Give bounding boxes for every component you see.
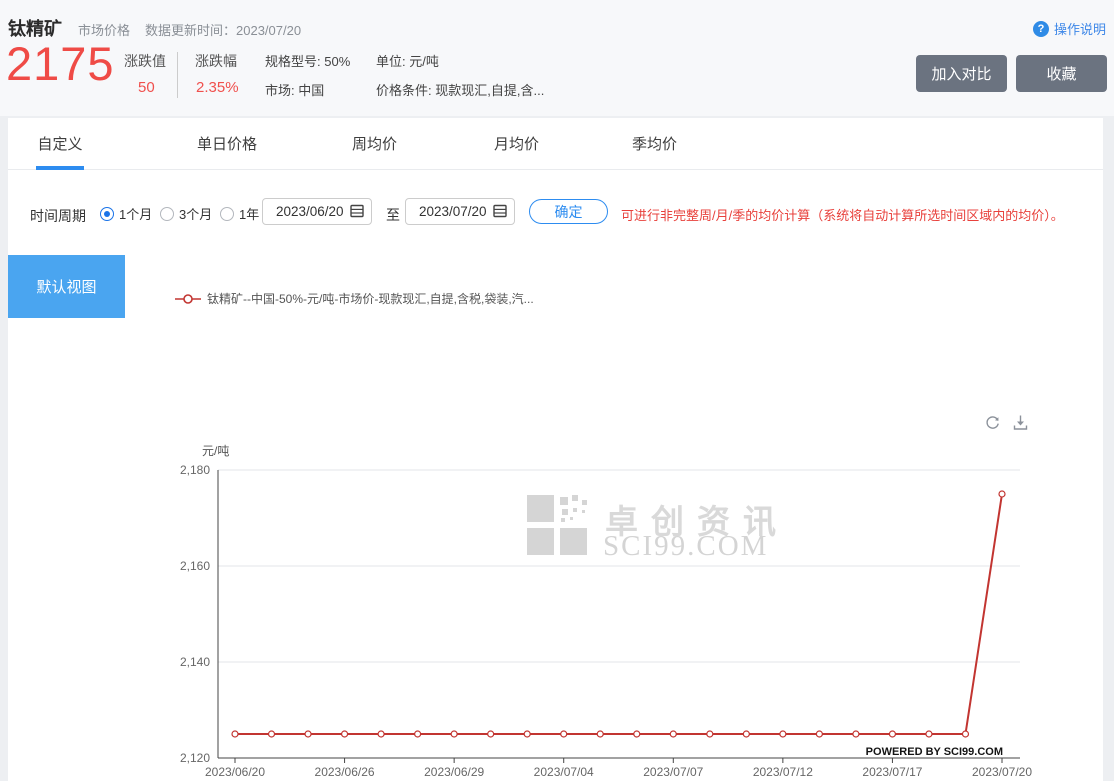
market-field: 市场: 中国 (265, 80, 324, 99)
add-to-compare-button[interactable]: 加入对比 (916, 55, 1007, 92)
radio-unselected-icon (220, 207, 234, 221)
tab-quarterly-avg[interactable]: 季均价 (632, 133, 677, 154)
spec-field: 规格型号: 50% (265, 51, 350, 70)
radio-1year-label: 1年 (239, 204, 259, 223)
confirm-button[interactable]: 确定 (529, 199, 608, 224)
page-header: 钛精矿 市场价格 数据更新时间：2023/07/20 2175 涨跌值 50 涨… (0, 0, 1114, 116)
svg-text:2023/06/29: 2023/06/29 (424, 765, 484, 779)
default-view-button[interactable]: 默认视图 (8, 255, 125, 318)
tab-daily-price[interactable]: 单日价格 (197, 133, 257, 154)
legend-line-marker-icon (175, 294, 201, 304)
tab-weekly-avg[interactable]: 周均价 (352, 133, 397, 154)
svg-text:2023/07/07: 2023/07/07 (643, 765, 703, 779)
radio-1month-label: 1个月 (119, 204, 152, 223)
tab-monthly-avg[interactable]: 月均价 (494, 133, 539, 154)
tab-custom[interactable]: 自定义 (36, 133, 84, 154)
svg-text:2023/06/20: 2023/06/20 (205, 765, 265, 779)
calendar-icon[interactable] (350, 204, 364, 218)
radio-selected-icon (100, 207, 114, 221)
radio-unselected-icon (160, 207, 174, 221)
active-tab-underline (36, 166, 84, 170)
unit-value: 元/吨 (409, 54, 439, 69)
change-pct-label: 涨跌幅 (195, 51, 237, 71)
help-label: 操作说明 (1054, 19, 1106, 38)
period-label: 时间周期 (30, 206, 86, 226)
svg-text:2,160: 2,160 (180, 559, 210, 573)
svg-text:2023/07/12: 2023/07/12 (753, 765, 813, 779)
to-label: 至 (386, 205, 400, 225)
svg-text:2,180: 2,180 (180, 463, 210, 477)
svg-text:2023/07/20: 2023/07/20 (972, 765, 1032, 779)
legend-label: 钛精矿--中国-50%-元/吨-市场价-现款现汇,自提,含税,袋装,汽... (207, 290, 534, 307)
change-value: 50 (138, 79, 155, 96)
unit-label: 单位: (376, 54, 406, 69)
question-circle-icon: ? (1033, 21, 1049, 37)
market-value: 中国 (298, 83, 324, 98)
svg-text:2,120: 2,120 (180, 751, 210, 765)
radio-1year[interactable]: 1年 (220, 204, 259, 223)
download-icon[interactable] (1012, 414, 1029, 431)
calendar-icon[interactable] (493, 204, 507, 218)
divider (177, 52, 178, 98)
market-label: 市场: (265, 83, 295, 98)
unit-field: 单位: 元/吨 (376, 51, 439, 70)
change-pct: 2.35% (196, 79, 239, 96)
svg-text:2023/07/17: 2023/07/17 (862, 765, 922, 779)
help-link[interactable]: ? 操作说明 (1033, 19, 1106, 38)
svg-text:2023/07/04: 2023/07/04 (534, 765, 594, 779)
update-time-value: 2023/07/20 (236, 23, 301, 38)
svg-text:2023/06/26: 2023/06/26 (315, 765, 375, 779)
refresh-icon[interactable] (984, 414, 1001, 431)
spec-value: 50% (324, 54, 350, 69)
condition-label: 价格条件: (376, 83, 432, 98)
svg-text:2,140: 2,140 (180, 655, 210, 669)
radio-3months[interactable]: 3个月 (160, 204, 212, 223)
radio-3months-label: 3个月 (179, 204, 212, 223)
update-time: 数据更新时间：2023/07/20 (145, 20, 301, 39)
series-legend[interactable]: 钛精矿--中国-50%-元/吨-市场价-现款现汇,自提,含税,袋装,汽... (175, 290, 534, 307)
current-price: 2175 (6, 36, 115, 91)
spec-label: 规格型号: (265, 54, 321, 69)
condition-value: 现款现汇,自提,含... (435, 83, 544, 98)
tab-bar: 自定义 单日价格 周均价 月均价 季均价 (8, 118, 1103, 170)
change-value-label: 涨跌值 (124, 51, 166, 71)
update-time-label: 数据更新时间： (145, 23, 236, 38)
favorite-button[interactable]: 收藏 (1016, 55, 1107, 92)
svg-text:POWERED BY SCI99.COM: POWERED BY SCI99.COM (866, 746, 1003, 758)
average-price-hint: 可进行非完整周/月/季的均价计算（系统将自动计算所选时间区域内的均价）。 (621, 205, 1064, 224)
content-card: 自定义 单日价格 周均价 月均价 季均价 时间周期 1个月 3个月 1年 至 确… (8, 118, 1103, 781)
radio-1month[interactable]: 1个月 (100, 204, 152, 223)
condition-field: 价格条件: 现款现汇,自提,含... (376, 80, 544, 99)
price-line-chart: 2,120 2,140 2,160 2,180 2023/06/20 2023/06/26… (148, 450, 1038, 780)
